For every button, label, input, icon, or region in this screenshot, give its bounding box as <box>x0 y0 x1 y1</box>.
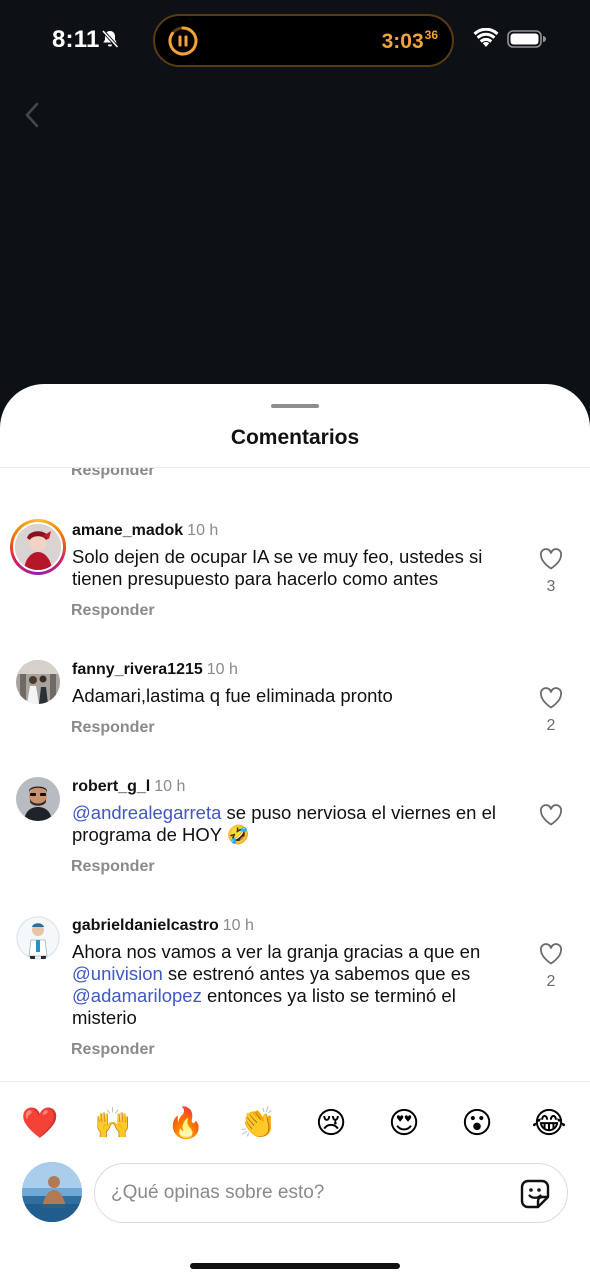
reaction-heart-emoji[interactable]: ❤️ <box>20 1104 60 1144</box>
quick-reactions-bar: ❤️ 🙌 🔥 👏 😢 😍 😮 😂 <box>0 1104 590 1144</box>
reaction-cry-emoji[interactable]: 😢 <box>311 1104 351 1144</box>
mention-link[interactable]: @andrealegarreta <box>72 802 221 823</box>
comment-text: Adamari,lastima q fue eliminada pronto <box>72 685 393 706</box>
reaction-fire-emoji[interactable]: 🔥 <box>166 1104 206 1144</box>
heart-icon[interactable] <box>539 804 563 826</box>
reply-button[interactable]: Responder <box>71 468 155 480</box>
pause-timer-icon[interactable] <box>167 25 199 57</box>
avatar[interactable] <box>10 519 66 575</box>
avatar[interactable] <box>16 777 60 821</box>
wifi-icon <box>473 28 499 47</box>
status-bar: 8:11 3:0336 <box>0 0 590 82</box>
like-count: 3 <box>546 578 556 595</box>
current-user-avatar[interactable] <box>22 1162 82 1222</box>
reply-button[interactable]: Responder <box>71 1041 155 1059</box>
reaction-heart-eyes-emoji[interactable]: 😍 <box>384 1104 424 1144</box>
comment-meta: amane_madok 10 h <box>72 522 218 540</box>
sheet-title: Comentarios <box>230 426 360 449</box>
reply-button[interactable]: Responder <box>71 858 155 876</box>
avatar-image <box>15 524 61 570</box>
comment-text: @andrealegarreta se puso nerviosa el vie… <box>72 802 520 846</box>
sticker-icon[interactable] <box>519 1178 551 1210</box>
comment-username[interactable]: robert_g_l <box>72 778 150 795</box>
timer-readout: 3:0336 <box>381 28 438 53</box>
battery-icon <box>507 30 546 48</box>
comment-username[interactable]: gabrieldanielcastro <box>72 917 219 934</box>
comment-age: 10 h <box>154 778 186 795</box>
comment-composer[interactable] <box>94 1163 568 1223</box>
reply-button[interactable]: Responder <box>71 719 155 737</box>
like-count: 2 <box>546 973 556 990</box>
reaction-raised-hands-emoji[interactable]: 🙌 <box>93 1104 133 1144</box>
comment-text-part: se estrenó antes ya sabemos que es <box>162 963 471 984</box>
avatar-image <box>22 1162 82 1222</box>
status-time: 8:11 <box>52 26 100 53</box>
avatar-image <box>16 916 60 960</box>
reaction-clap-emoji[interactable]: 👏 <box>238 1104 278 1144</box>
heart-icon[interactable] <box>539 943 563 965</box>
reply-button[interactable]: Responder <box>71 602 155 620</box>
heart-icon[interactable] <box>539 548 563 570</box>
composer-divider <box>0 1081 590 1082</box>
comment-age: 10 h <box>222 917 254 934</box>
avatar[interactable] <box>16 660 60 704</box>
comment-meta: robert_g_l 10 h <box>72 778 185 796</box>
comment-username[interactable]: amane_madok <box>72 522 183 539</box>
sheet-drag-handle[interactable] <box>271 404 319 408</box>
comment-age: 10 h <box>206 661 238 678</box>
back-chevron-icon[interactable] <box>20 100 44 130</box>
avatar-image <box>16 777 60 821</box>
comment-text-part: Ahora nos vamos a ver la granja gracias … <box>72 941 481 962</box>
comments-sheet: Comentarios Responder amane_madok 10 h S… <box>0 384 590 1280</box>
comment-text: Ahora nos vamos a ver la granja gracias … <box>72 941 520 1029</box>
comment-text: Solo dejen de ocupar IA se ve muy feo, u… <box>72 546 483 589</box>
dynamic-island[interactable]: 3:0336 <box>153 14 454 67</box>
comment-input[interactable] <box>111 1164 501 1222</box>
mention-link[interactable]: @adamarilopez <box>72 985 202 1006</box>
comment-username[interactable]: fanny_rivera1215 <box>72 661 203 678</box>
comments-list[interactable]: Responder amane_madok 10 h Solo dejen de … <box>0 468 590 1081</box>
reaction-surprised-emoji[interactable]: 😮 <box>457 1104 497 1144</box>
avatar[interactable] <box>16 916 60 960</box>
mention-link[interactable]: @univision <box>72 963 163 984</box>
home-indicator[interactable] <box>190 1263 400 1269</box>
comment-age: 10 h <box>187 522 219 539</box>
like-count: 2 <box>546 717 556 734</box>
reaction-laugh-emoji[interactable]: 😂 <box>529 1104 569 1144</box>
comment-meta: fanny_rivera1215 10 h <box>72 661 238 679</box>
heart-icon[interactable] <box>539 687 563 709</box>
avatar-image <box>16 660 60 704</box>
comment-meta: gabrieldanielcastro 10 h <box>72 917 254 935</box>
bell-muted-icon <box>101 29 119 49</box>
